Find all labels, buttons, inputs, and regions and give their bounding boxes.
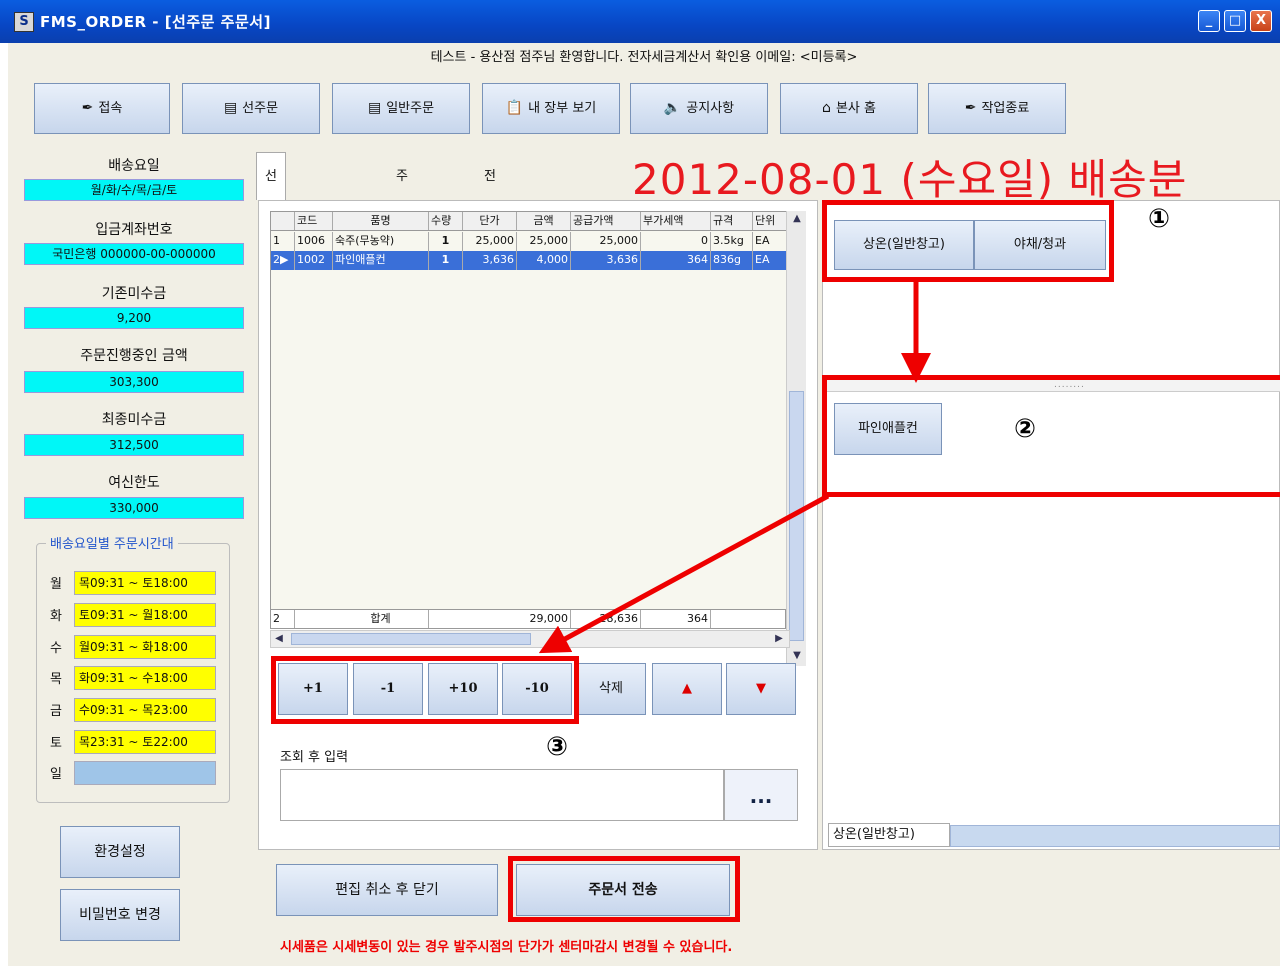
arrow-step-2-to-3 bbox=[538, 493, 830, 654]
annotation-arrows bbox=[538, 282, 931, 654]
